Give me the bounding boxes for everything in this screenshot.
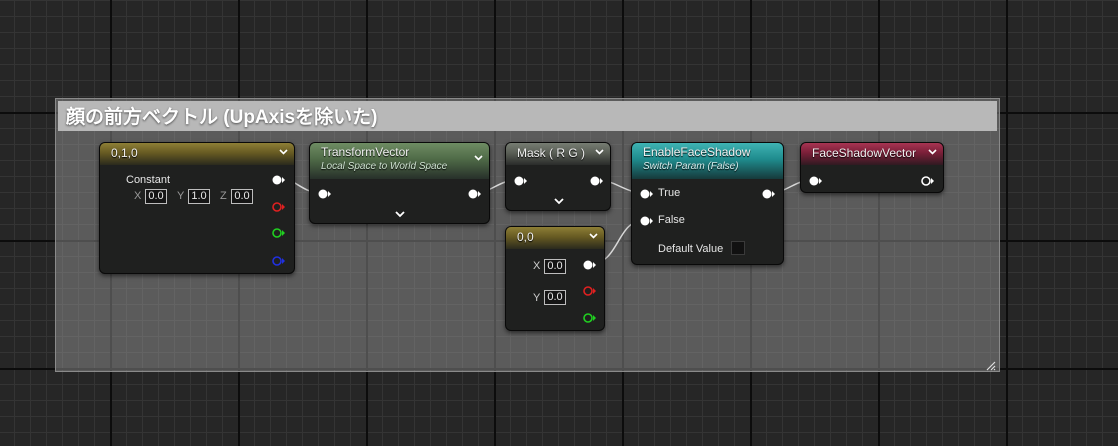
input-pin[interactable] xyxy=(318,188,332,200)
default-value-label: Default Value xyxy=(658,243,724,255)
false-pin-label: False xyxy=(658,214,685,226)
constant2vector-node[interactable]: 0,0 X 0.0 Y 0.0 xyxy=(505,226,605,331)
x-axis-label: X xyxy=(533,260,541,272)
chevron-down-icon[interactable] xyxy=(589,233,598,239)
mask-node[interactable]: Mask ( R G ) xyxy=(505,142,611,211)
y-axis-label: Y xyxy=(533,292,541,304)
node-header[interactable]: EnableFaceShadow Switch Param (False) xyxy=(632,143,783,179)
expand-chevron-icon[interactable] xyxy=(395,211,405,218)
node-title: Mask ( R G ) xyxy=(517,146,585,160)
output-pin-r[interactable] xyxy=(272,201,286,213)
node-title: EnableFaceShadow xyxy=(643,145,751,159)
node-subtitle: Switch Param (False) xyxy=(643,161,739,172)
node-title: TransformVector xyxy=(321,145,410,159)
input-pin-true[interactable] xyxy=(640,188,654,200)
x-value-input[interactable]: 0.0 xyxy=(145,189,167,204)
node-header[interactable]: FaceShadowVector xyxy=(801,143,943,165)
named-reroute-node[interactable]: FaceShadowVector xyxy=(800,142,944,193)
input-pin-false[interactable] xyxy=(640,215,654,227)
y-value-input[interactable]: 1.0 xyxy=(188,189,210,204)
expand-chevron-icon[interactable] xyxy=(554,198,564,205)
true-pin-label: True xyxy=(658,187,681,199)
output-pin[interactable] xyxy=(762,188,776,200)
input-pin[interactable] xyxy=(809,175,823,187)
output-pin-rg[interactable] xyxy=(583,259,597,271)
chevron-down-icon[interactable] xyxy=(595,149,604,155)
output-pin-unconnected[interactable] xyxy=(921,175,935,187)
node-header[interactable]: 0,0 xyxy=(506,227,604,249)
node-title: FaceShadowVector xyxy=(812,146,917,160)
static-switch-parameter-node[interactable]: EnableFaceShadow Switch Param (False) Tr… xyxy=(631,142,784,265)
constant3vector-node[interactable]: 0,1,0 Constant X 0.0 Y 1.0 Z 0.0 xyxy=(99,142,295,274)
output-pin-g[interactable] xyxy=(272,227,286,239)
node-header[interactable]: TransformVector Local Space to World Spa… xyxy=(310,143,489,179)
output-pin[interactable] xyxy=(468,188,482,200)
transform-vector-node[interactable]: TransformVector Local Space to World Spa… xyxy=(309,142,490,224)
node-title: 0,1,0 xyxy=(111,146,138,160)
output-pin-rgb[interactable] xyxy=(272,174,286,186)
chevron-down-icon[interactable] xyxy=(279,149,288,155)
z-axis-label: Z xyxy=(220,190,227,202)
default-value-checkbox[interactable] xyxy=(731,241,745,255)
constant-label: Constant xyxy=(126,174,171,186)
output-pin-b[interactable] xyxy=(272,255,286,267)
output-pin-r[interactable] xyxy=(583,285,597,297)
x-value-input[interactable]: 0.0 xyxy=(544,259,566,274)
node-header[interactable]: 0,1,0 xyxy=(100,143,294,165)
node-title: 0,0 xyxy=(517,230,534,244)
node-subtitle: Local Space to World Space xyxy=(321,161,448,172)
output-pin[interactable] xyxy=(590,175,604,187)
y-value-input[interactable]: 0.0 xyxy=(544,290,566,305)
chevron-down-icon[interactable] xyxy=(474,155,483,161)
node-header[interactable]: Mask ( R G ) xyxy=(506,143,610,165)
output-pin-g[interactable] xyxy=(583,312,597,324)
x-axis-label: X xyxy=(134,190,142,202)
y-axis-label: Y xyxy=(177,190,185,202)
chevron-down-icon[interactable] xyxy=(928,149,937,155)
z-value-input[interactable]: 0.0 xyxy=(231,189,253,204)
input-pin[interactable] xyxy=(514,175,528,187)
